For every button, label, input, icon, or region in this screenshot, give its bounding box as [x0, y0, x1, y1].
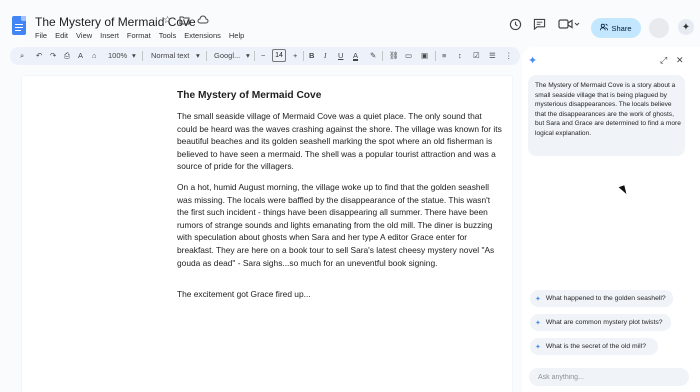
zoom-select[interactable]: 100%: [108, 49, 127, 63]
paint-format-icon[interactable]: ⌂: [92, 49, 97, 63]
chevron-down-icon: ▾: [132, 51, 136, 60]
suggestion-chip[interactable]: ✦ What happened to the golden seashell?: [530, 290, 673, 307]
line-spacing-icon[interactable]: ↕: [458, 49, 462, 63]
highlight-icon[interactable]: ✎: [370, 49, 376, 63]
gemini-sparkle-icon: ✦: [535, 343, 541, 351]
text-color-icon[interactable]: A: [353, 49, 358, 63]
suggestion-label: What are common mystery plot twists?: [545, 319, 663, 326]
font-select[interactable]: Googl...: [214, 49, 240, 63]
numbered-list-icon[interactable]: ⋮: [505, 49, 513, 63]
header: The Mystery of Mermaid Cove ☆ File Edit …: [0, 0, 700, 44]
print-icon[interactable]: ⎙: [64, 49, 70, 63]
increase-font-size-icon[interactable]: +: [293, 49, 297, 63]
avatar[interactable]: [649, 18, 669, 38]
chevron-down-icon: ▾: [196, 51, 200, 60]
link-icon[interactable]: ⛓: [389, 49, 399, 63]
title-actions: ☆: [163, 15, 209, 29]
gemini-sparkle-icon[interactable]: ✦: [678, 19, 694, 35]
menu-insert[interactable]: Insert: [100, 31, 119, 40]
menu-bar: File Edit View Insert Format Tools Exten…: [35, 31, 244, 40]
video-call-icon[interactable]: [557, 16, 581, 32]
menu-help[interactable]: Help: [229, 31, 244, 40]
expand-icon[interactable]: ⤢: [660, 55, 667, 66]
image-icon[interactable]: ▣: [421, 49, 428, 63]
summary-text: The Mystery of Mermaid Cove is a story a…: [535, 82, 681, 137]
gemini-sparkle-icon: ✦: [528, 55, 538, 67]
decrease-font-size-icon[interactable]: −: [261, 49, 265, 63]
docs-app: The Mystery of Mermaid Cove ☆ File Edit …: [0, 0, 700, 392]
document-heading: The Mystery of Mermaid Cove: [177, 90, 322, 101]
suggestion-label: What is the secret of the old mill?: [545, 343, 646, 350]
document-paragraph: The small seaside village of Mermaid Cov…: [177, 111, 502, 172]
menu-edit[interactable]: Edit: [55, 31, 68, 40]
move-to-folder-icon[interactable]: [179, 15, 190, 29]
checklist-icon[interactable]: ☑: [473, 49, 480, 63]
menu-format[interactable]: Format: [127, 31, 151, 40]
menu-tools[interactable]: Tools: [159, 31, 177, 40]
font-size-input[interactable]: 14: [272, 49, 286, 62]
chevron-down-icon: ▾: [246, 51, 250, 60]
gemini-sparkle-icon: ✦: [535, 319, 541, 327]
share-label: Share: [611, 23, 632, 33]
comment-add-icon[interactable]: ▭: [405, 49, 412, 63]
formatting-toolbar: ⌕ ↶ ↷ ⎙ A ⌂ 100% ▾ Normal text ▾ Googl..…: [10, 47, 520, 65]
ask-input[interactable]: [529, 368, 689, 386]
share-button[interactable]: Share: [591, 18, 641, 38]
close-icon[interactable]: ✕: [676, 55, 684, 66]
suggestion-chip[interactable]: ✦ What is the secret of the old mill?: [530, 338, 658, 355]
search-menus-icon[interactable]: ⌕: [20, 49, 24, 63]
bulleted-list-icon[interactable]: ☰: [489, 49, 496, 63]
star-icon[interactable]: ☆: [163, 15, 172, 29]
history-icon[interactable]: [507, 16, 523, 32]
spellcheck-icon[interactable]: A: [78, 49, 83, 63]
gemini-sparkle-icon: ✦: [535, 295, 541, 303]
suggestion-chip[interactable]: ✦ What are common mystery plot twists?: [530, 314, 671, 331]
google-docs-icon[interactable]: [12, 16, 26, 35]
underline-icon[interactable]: U: [338, 49, 343, 63]
italic-icon[interactable]: I: [324, 49, 327, 63]
redo-icon[interactable]: ↷: [50, 49, 56, 63]
cloud-status-icon[interactable]: [197, 15, 209, 29]
comments-icon[interactable]: [531, 16, 547, 32]
document-paragraph: The excitement got Grace fired up...: [177, 289, 311, 299]
suggestion-label: What happened to the golden seashell?: [545, 295, 666, 302]
paragraph-style-select[interactable]: Normal text: [151, 49, 189, 63]
document-paragraph: On a hot, humid August morning, the vill…: [177, 182, 495, 268]
lock-icon: [600, 23, 609, 33]
menu-file[interactable]: File: [35, 31, 47, 40]
bold-icon[interactable]: B: [309, 49, 314, 63]
align-icon[interactable]: ≡: [442, 49, 446, 63]
menu-view[interactable]: View: [76, 31, 92, 40]
undo-icon[interactable]: ↶: [36, 49, 42, 63]
menu-extensions[interactable]: Extensions: [184, 31, 221, 40]
